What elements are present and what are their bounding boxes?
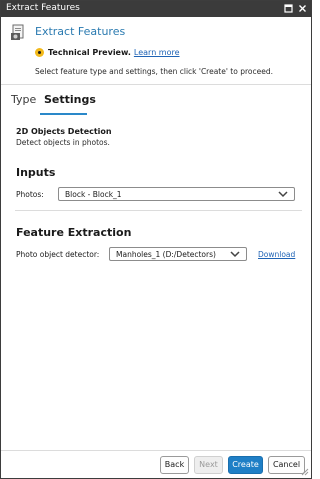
technical-preview-label: Technical Preview.	[48, 47, 131, 57]
dialog-header: Extract Features Technical Preview. Lear…	[1, 17, 311, 82]
photos-label: Photos:	[16, 190, 44, 199]
cancel-button[interactable]: Cancel	[268, 456, 305, 474]
instruction-text: Select feature type and settings, then c…	[35, 67, 273, 76]
photo-object-detector-label: Photo object detector:	[16, 250, 100, 259]
preview-badge-icon	[35, 47, 44, 57]
title-bar[interactable]: Extract Features	[1, 1, 311, 17]
next-button[interactable]: Next	[194, 456, 223, 474]
tab-bar: Type Settings	[1, 91, 311, 117]
window-title: Extract Features	[6, 3, 80, 13]
feature-type-description: Detect objects in photos.	[16, 138, 110, 147]
photos-select[interactable]: Block - Block_1	[58, 187, 295, 201]
restore-icon[interactable]	[282, 2, 294, 15]
resize-grip-icon[interactable]	[301, 468, 309, 476]
active-tab-indicator	[40, 113, 87, 115]
create-button[interactable]: Create	[228, 456, 263, 474]
back-button[interactable]: Back	[160, 456, 189, 474]
extract-features-icon	[10, 24, 27, 41]
footer-divider	[1, 450, 311, 451]
feature-extraction-heading: Feature Extraction	[16, 226, 132, 239]
section-divider	[15, 210, 302, 211]
inputs-heading: Inputs	[16, 166, 56, 179]
dialog-title: Extract Features	[35, 25, 126, 38]
detector-select-value: Manholes_1 (D:/Detectors)	[116, 250, 216, 259]
tab-type[interactable]: Type	[11, 93, 36, 106]
download-link[interactable]: Download	[258, 250, 295, 259]
tab-settings[interactable]: Settings	[44, 93, 96, 106]
chevron-down-icon	[278, 190, 288, 198]
photo-object-detector-select[interactable]: Manholes_1 (D:/Detectors)	[109, 247, 247, 261]
close-icon[interactable]	[296, 2, 308, 15]
technical-preview-row: Technical Preview. Learn more	[35, 46, 180, 58]
chevron-down-icon	[230, 250, 240, 258]
learn-more-link[interactable]: Learn more	[134, 48, 180, 57]
feature-type-name: 2D Objects Detection	[16, 127, 112, 136]
photos-select-value: Block - Block_1	[65, 190, 122, 199]
header-divider	[1, 84, 311, 85]
extract-features-dialog: Extract Features Extract Features Techni…	[0, 0, 312, 479]
